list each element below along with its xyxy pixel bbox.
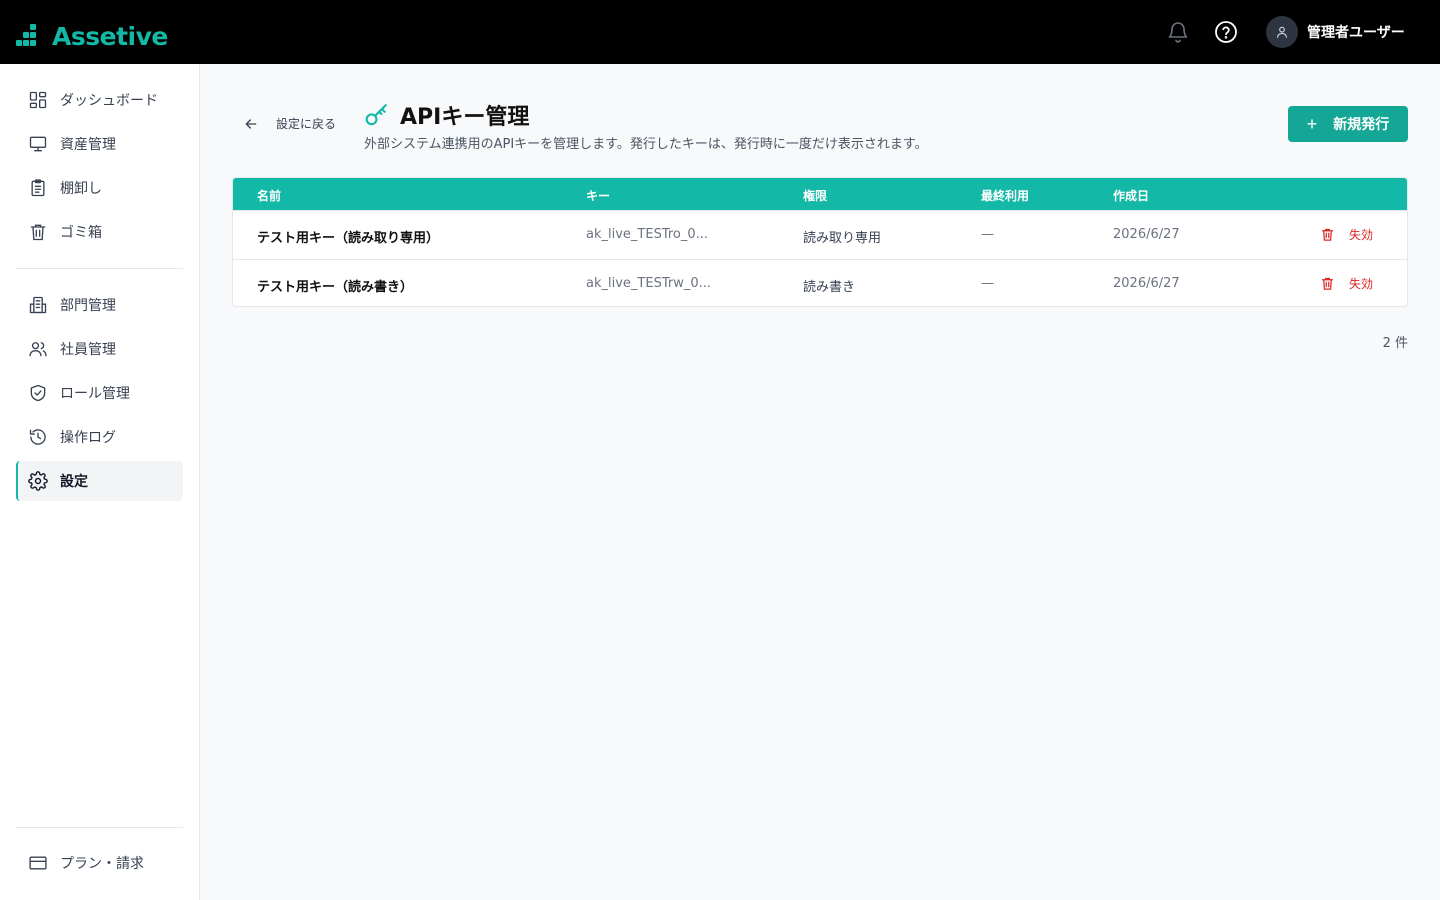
trash-icon xyxy=(30,224,46,241)
page-title: APIキー管理 xyxy=(400,105,530,130)
key-icon xyxy=(365,104,387,126)
sidebar-item-trash[interactable]: ゴミ箱 xyxy=(16,212,183,252)
app-logo[interactable]: Assetive xyxy=(16,22,168,52)
column-header-key: キー xyxy=(586,189,611,203)
history-icon xyxy=(29,429,46,445)
sidebar-item-label: プラン・請求 xyxy=(60,856,144,872)
bell-icon[interactable] xyxy=(1166,20,1190,44)
sidebar-item-assets[interactable]: 資産管理 xyxy=(16,124,183,164)
trash-icon xyxy=(1321,228,1334,241)
sidebar-item-label: 社員管理 xyxy=(60,342,116,358)
gear-icon xyxy=(28,471,48,491)
key-created: 2026/6/27 xyxy=(1113,227,1180,242)
sidebar-divider xyxy=(16,827,183,828)
user-menu[interactable]: 管理者ユーザー xyxy=(1266,16,1405,48)
table-header: 名前 キー 権限 最終利用 作成日 xyxy=(233,178,1407,210)
dashboard-icon xyxy=(29,91,47,109)
column-header-created: 作成日 xyxy=(1113,189,1150,203)
user-name: 管理者ユーザー xyxy=(1307,25,1405,41)
avatar xyxy=(1266,16,1298,48)
sidebar-item-roles[interactable]: ロール管理 xyxy=(16,373,183,413)
trash-icon xyxy=(1321,277,1334,290)
key-name: テスト用キー（読み取り専用） xyxy=(257,231,440,246)
sidebar-divider xyxy=(16,268,183,269)
sidebar-item-label: 部門管理 xyxy=(60,298,116,314)
api-keys-table: 名前 キー 権限 最終利用 作成日 テスト用キー（読み取り専用） ak_live… xyxy=(232,177,1408,307)
arrow-left-icon xyxy=(245,118,257,129)
credit-card-icon xyxy=(29,856,47,870)
sidebar-item-label: 操作ログ xyxy=(60,430,116,446)
page-header: APIキー管理 xyxy=(364,99,529,131)
sidebar-item-employees[interactable]: 社員管理 xyxy=(16,329,183,369)
building-icon xyxy=(29,296,47,314)
key-permission: 読み取り専用 xyxy=(803,231,882,246)
app-name: Assetive xyxy=(52,22,168,51)
key-last-used: — xyxy=(981,276,994,291)
page-description: 外部システム連携用のAPIキーを管理します。発行したキーは、発行時に一度だけ表示… xyxy=(364,137,928,152)
key-value: ak_live_TESTro_0... xyxy=(586,227,709,242)
shield-icon xyxy=(30,384,46,402)
revoke-button[interactable]: 失効 xyxy=(1320,226,1373,243)
sidebar-item-label: ダッシュボード xyxy=(60,93,158,109)
user-icon xyxy=(1277,26,1287,38)
revoke-label: 失効 xyxy=(1349,277,1374,291)
new-button-label: 新規発行 xyxy=(1333,116,1390,132)
back-to-settings-link[interactable]: 設定に戻る xyxy=(243,115,336,132)
top-bar: Assetive 管理者ユーザー xyxy=(0,0,1440,64)
revoke-label: 失効 xyxy=(1349,228,1374,242)
key-name: テスト用キー（読み書き） xyxy=(257,280,414,295)
sidebar-item-label: ロール管理 xyxy=(60,386,130,402)
key-created: 2026/6/27 xyxy=(1113,276,1180,291)
monitor-icon xyxy=(29,136,47,152)
sidebar-item-billing[interactable]: プラン・請求 xyxy=(16,843,183,883)
column-header-last-used: 最終利用 xyxy=(981,189,1030,203)
sidebar-item-logs[interactable]: 操作ログ xyxy=(16,417,183,457)
key-last-used: — xyxy=(981,227,994,242)
result-count: 2 件 xyxy=(1382,336,1408,351)
sidebar: ダッシュボード 資産管理 棚卸し ゴミ箱 部門管理 社員管理 ロール管理 操作ロ… xyxy=(0,64,200,900)
sidebar-item-label: 棚卸し xyxy=(60,181,102,197)
logo-mark-icon xyxy=(16,24,42,50)
sidebar-item-label: ゴミ箱 xyxy=(60,225,102,241)
table-row: テスト用キー（読み取り専用） ak_live_TESTro_0... 読み取り専… xyxy=(233,210,1407,259)
users-icon xyxy=(29,342,47,357)
sidebar-item-dashboard[interactable]: ダッシュボード xyxy=(16,80,183,120)
table-row: テスト用キー（読み書き） ak_live_TESTrw_0... 読み書き — … xyxy=(233,259,1407,306)
sidebar-item-label: 資産管理 xyxy=(60,137,116,153)
revoke-button[interactable]: 失効 xyxy=(1320,275,1373,292)
sidebar-item-inventory[interactable]: 棚卸し xyxy=(16,168,183,208)
new-api-key-button[interactable]: + 新規発行 xyxy=(1288,106,1408,142)
back-link-label: 設定に戻る xyxy=(276,117,337,131)
column-header-name: 名前 xyxy=(257,189,282,203)
sidebar-item-departments[interactable]: 部門管理 xyxy=(16,285,183,325)
help-icon[interactable] xyxy=(1214,20,1238,44)
key-value: ak_live_TESTrw_0... xyxy=(586,276,711,291)
sidebar-item-settings[interactable]: 設定 xyxy=(16,461,183,501)
sidebar-item-label: 設定 xyxy=(60,474,88,490)
clipboard-icon xyxy=(31,179,45,197)
key-permission: 読み書き xyxy=(803,280,856,295)
plus-icon: + xyxy=(1306,113,1318,134)
column-header-permission: 権限 xyxy=(803,189,828,203)
